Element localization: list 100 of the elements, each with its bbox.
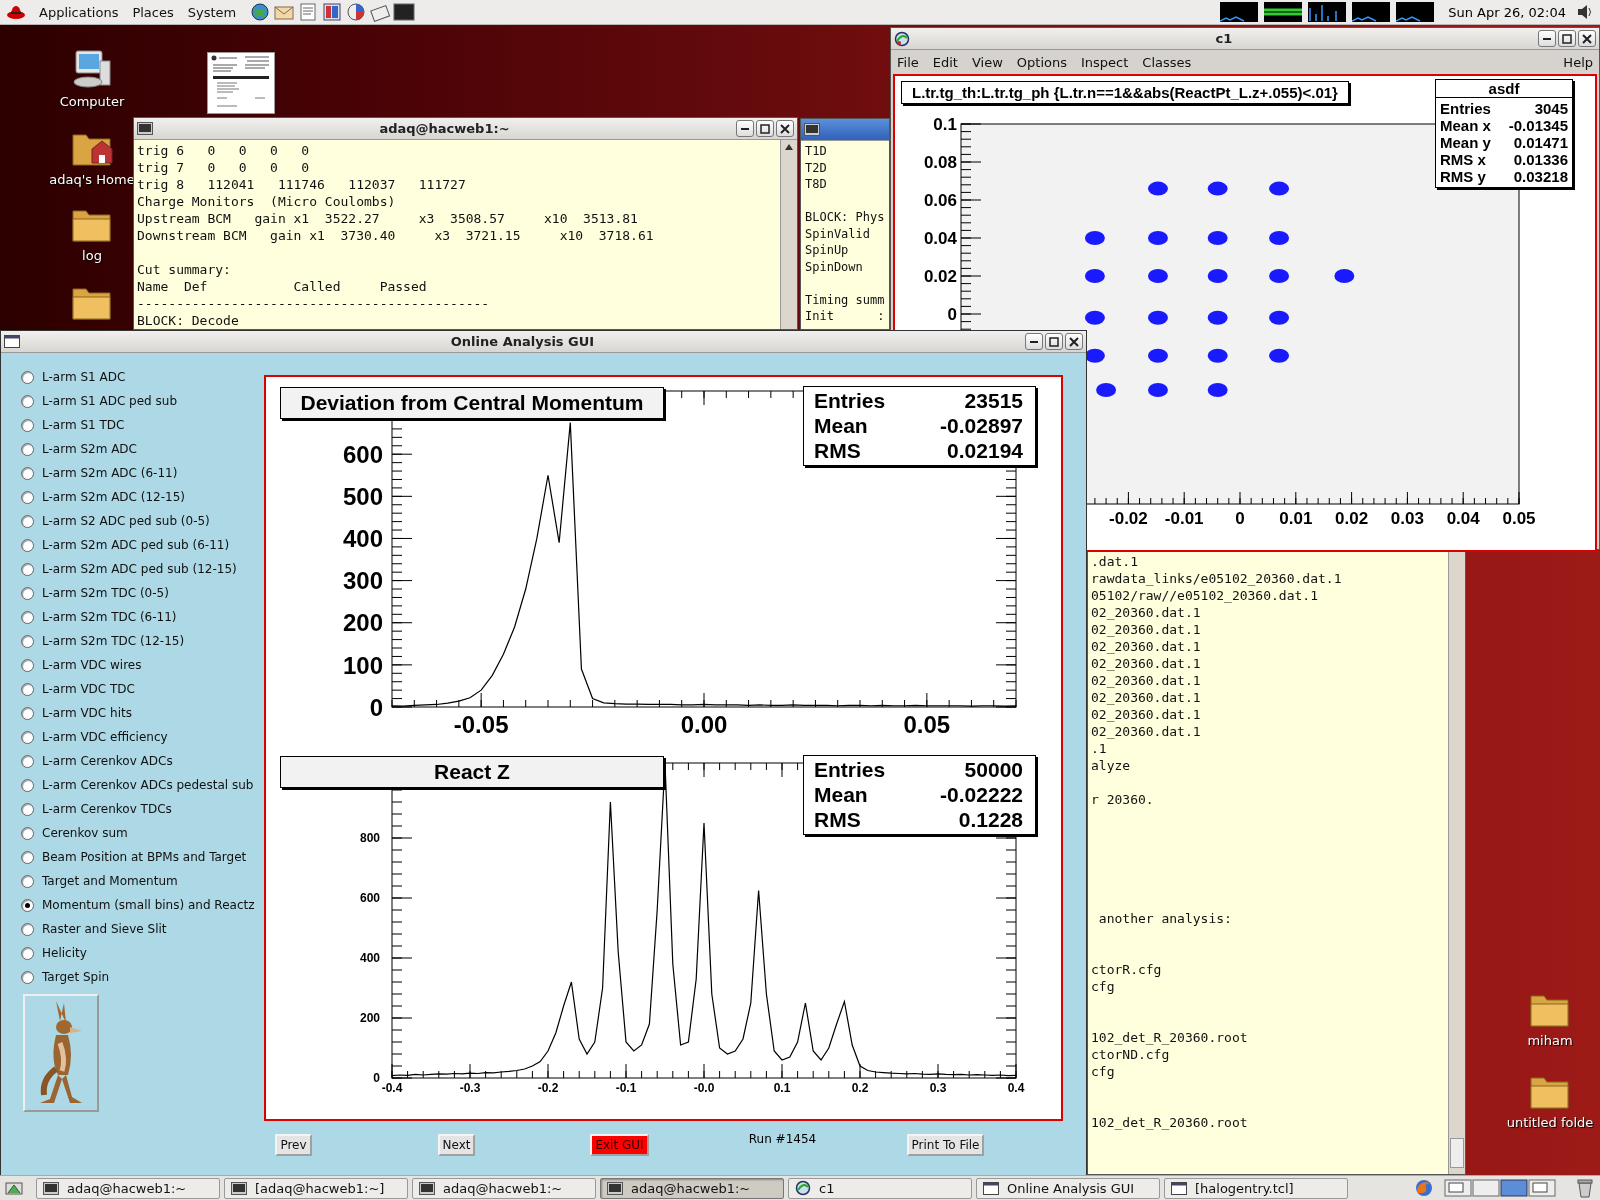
radio-label[interactable]: L-arm Cerenkov ADCs (42, 754, 173, 768)
maximize-button[interactable] (1045, 333, 1063, 350)
radio-label[interactable]: L-arm VDC wires (42, 658, 142, 672)
radio-label[interactable]: L-arm S2m ADC ped sub (12-15) (42, 562, 237, 576)
radio-label[interactable]: Helicity (42, 946, 87, 960)
document-thumbnail[interactable] (207, 52, 275, 114)
radio-label[interactable]: L-arm S2m ADC (6-11) (42, 466, 178, 480)
radio-button[interactable] (21, 538, 34, 552)
maximize-button[interactable] (756, 120, 774, 137)
close-button[interactable] (1578, 30, 1596, 47)
workspace-switcher[interactable] (1444, 1178, 1556, 1198)
maximize-button[interactable] (1558, 30, 1576, 47)
radio-label[interactable]: L-arm S2m ADC ped sub (6-11) (42, 538, 230, 552)
title-bar[interactable]: c1 (891, 28, 1599, 50)
title-bar[interactable]: adaq@hacweb1:~ (134, 118, 797, 140)
icon-label[interactable]: Computer (59, 94, 125, 109)
taskbar-button[interactable]: adaq@hacweb1:~ (412, 1177, 596, 1199)
menu-item[interactable]: Classes (1142, 54, 1192, 70)
taskbar-button[interactable]: [adaq@hacweb1:~] (224, 1177, 408, 1199)
terminal-icon[interactable] (393, 2, 416, 22)
close-button[interactable] (1065, 333, 1083, 350)
radio-button[interactable] (21, 562, 34, 576)
load-graph-icon[interactable] (1220, 2, 1259, 22)
radio-label[interactable]: L-arm S1 ADC ped sub (42, 394, 177, 408)
title-bar[interactable]: Online Analysis GUI (1, 331, 1086, 353)
push-button[interactable]: Print To File (906, 1134, 985, 1156)
push-button[interactable]: Prev (275, 1134, 312, 1156)
radio-label[interactable]: L-arm S1 ADC (42, 370, 126, 384)
radio-button[interactable] (21, 922, 34, 936)
picture-frame[interactable] (23, 994, 99, 1112)
show-desktop-icon[interactable] (4, 1179, 24, 1197)
icon-label[interactable]: adaq's Home (49, 172, 135, 187)
radio-button[interactable] (21, 946, 34, 960)
trash-icon[interactable] (1576, 1178, 1594, 1198)
radio-label[interactable]: L-arm S2m ADC (42, 442, 137, 456)
radio-button[interactable] (21, 610, 34, 624)
taskbar-button[interactable]: c1 (788, 1177, 972, 1199)
minimize-button[interactable] (1025, 333, 1043, 350)
radio-button[interactable] (21, 898, 34, 912)
taskbar-button[interactable]: adaq@hacweb1:~ (600, 1177, 784, 1199)
radio-button[interactable] (21, 802, 34, 816)
speaker-icon[interactable] (1576, 3, 1594, 21)
radio-label[interactable]: L-arm VDC TDC (42, 682, 135, 696)
radio-button[interactable] (21, 658, 34, 672)
menu-item[interactable]: Options (1016, 54, 1067, 70)
radio-label[interactable]: Target and Momentum (42, 874, 178, 888)
load-graph-icon[interactable] (1264, 2, 1303, 22)
radio-label[interactable]: L-arm Cerenkov ADCs pedestal sub (42, 778, 254, 792)
push-button[interactable]: Next (437, 1134, 476, 1156)
panel-menu[interactable]: Applications (32, 4, 126, 20)
radio-button[interactable] (21, 826, 34, 840)
radio-button[interactable] (21, 778, 34, 792)
scrollbar[interactable] (780, 140, 797, 329)
radio-button[interactable] (21, 418, 34, 432)
radio-label[interactable]: L-arm VDC efficiency (42, 730, 168, 744)
icon-label[interactable]: untitled folde (1506, 1115, 1594, 1130)
radio-button[interactable] (21, 490, 34, 504)
close-button[interactable] (776, 120, 794, 137)
radio-label[interactable]: Target Spin (42, 970, 110, 984)
radio-button[interactable] (21, 850, 34, 864)
radio-button[interactable] (21, 634, 34, 648)
radio-label[interactable]: L-arm S2m TDC (0-5) (42, 586, 169, 600)
radio-button[interactable] (21, 514, 34, 528)
hat-icon[interactable] (6, 3, 26, 21)
panel-menu[interactable]: Places (125, 4, 181, 20)
panel-menu[interactable]: System (180, 4, 244, 20)
radio-label[interactable]: L-arm S2m TDC (12-15) (42, 634, 185, 648)
menu-item[interactable]: File (897, 54, 919, 70)
radio-button[interactable] (21, 370, 34, 384)
load-graph-icon[interactable] (1352, 2, 1391, 22)
minimize-button[interactable] (736, 120, 754, 137)
radio-label[interactable]: Beam Position at BPMs and Target (42, 850, 247, 864)
globe-icon[interactable] (249, 2, 272, 22)
exit-button[interactable]: Exit GUI (590, 1134, 649, 1156)
radio-button[interactable] (21, 754, 34, 768)
firefox-icon[interactable] (1414, 1178, 1434, 1198)
radio-label[interactable]: L-arm VDC hits (42, 706, 132, 720)
radio-label[interactable]: L-arm S2 ADC ped sub (0-5) (42, 514, 210, 528)
radio-button[interactable] (21, 874, 34, 888)
menu-item[interactable]: View (971, 54, 1003, 70)
scrollbar[interactable] (1448, 551, 1465, 1174)
radio-button[interactable] (21, 586, 34, 600)
icon-label[interactable]: log (82, 248, 102, 263)
radio-button[interactable] (21, 682, 34, 696)
radio-button[interactable] (21, 442, 34, 456)
radio-label[interactable]: Raster and Sieve Slit (42, 922, 167, 936)
title-bar[interactable] (801, 119, 889, 141)
radio-button[interactable] (21, 466, 34, 480)
radio-label[interactable]: L-arm S2m ADC (12-15) (42, 490, 185, 504)
load-graph-icon[interactable] (1396, 2, 1435, 22)
load-graph-icon[interactable] (1308, 2, 1347, 22)
radio-label[interactable]: Cerenkov sum (42, 826, 128, 840)
radio-button[interactable] (21, 394, 34, 408)
taskbar-button[interactable]: [halogentry.tcl] (1164, 1177, 1348, 1199)
menu-item[interactable]: Edit (932, 54, 958, 70)
menu-item[interactable]: Inspect (1081, 54, 1129, 70)
radio-button[interactable] (21, 970, 34, 984)
icon-label[interactable]: miham (1527, 1033, 1573, 1048)
radio-label[interactable]: L-arm S2m TDC (6-11) (42, 610, 177, 624)
radio-label[interactable]: Momentum (small bins) and Reactz (42, 898, 255, 912)
